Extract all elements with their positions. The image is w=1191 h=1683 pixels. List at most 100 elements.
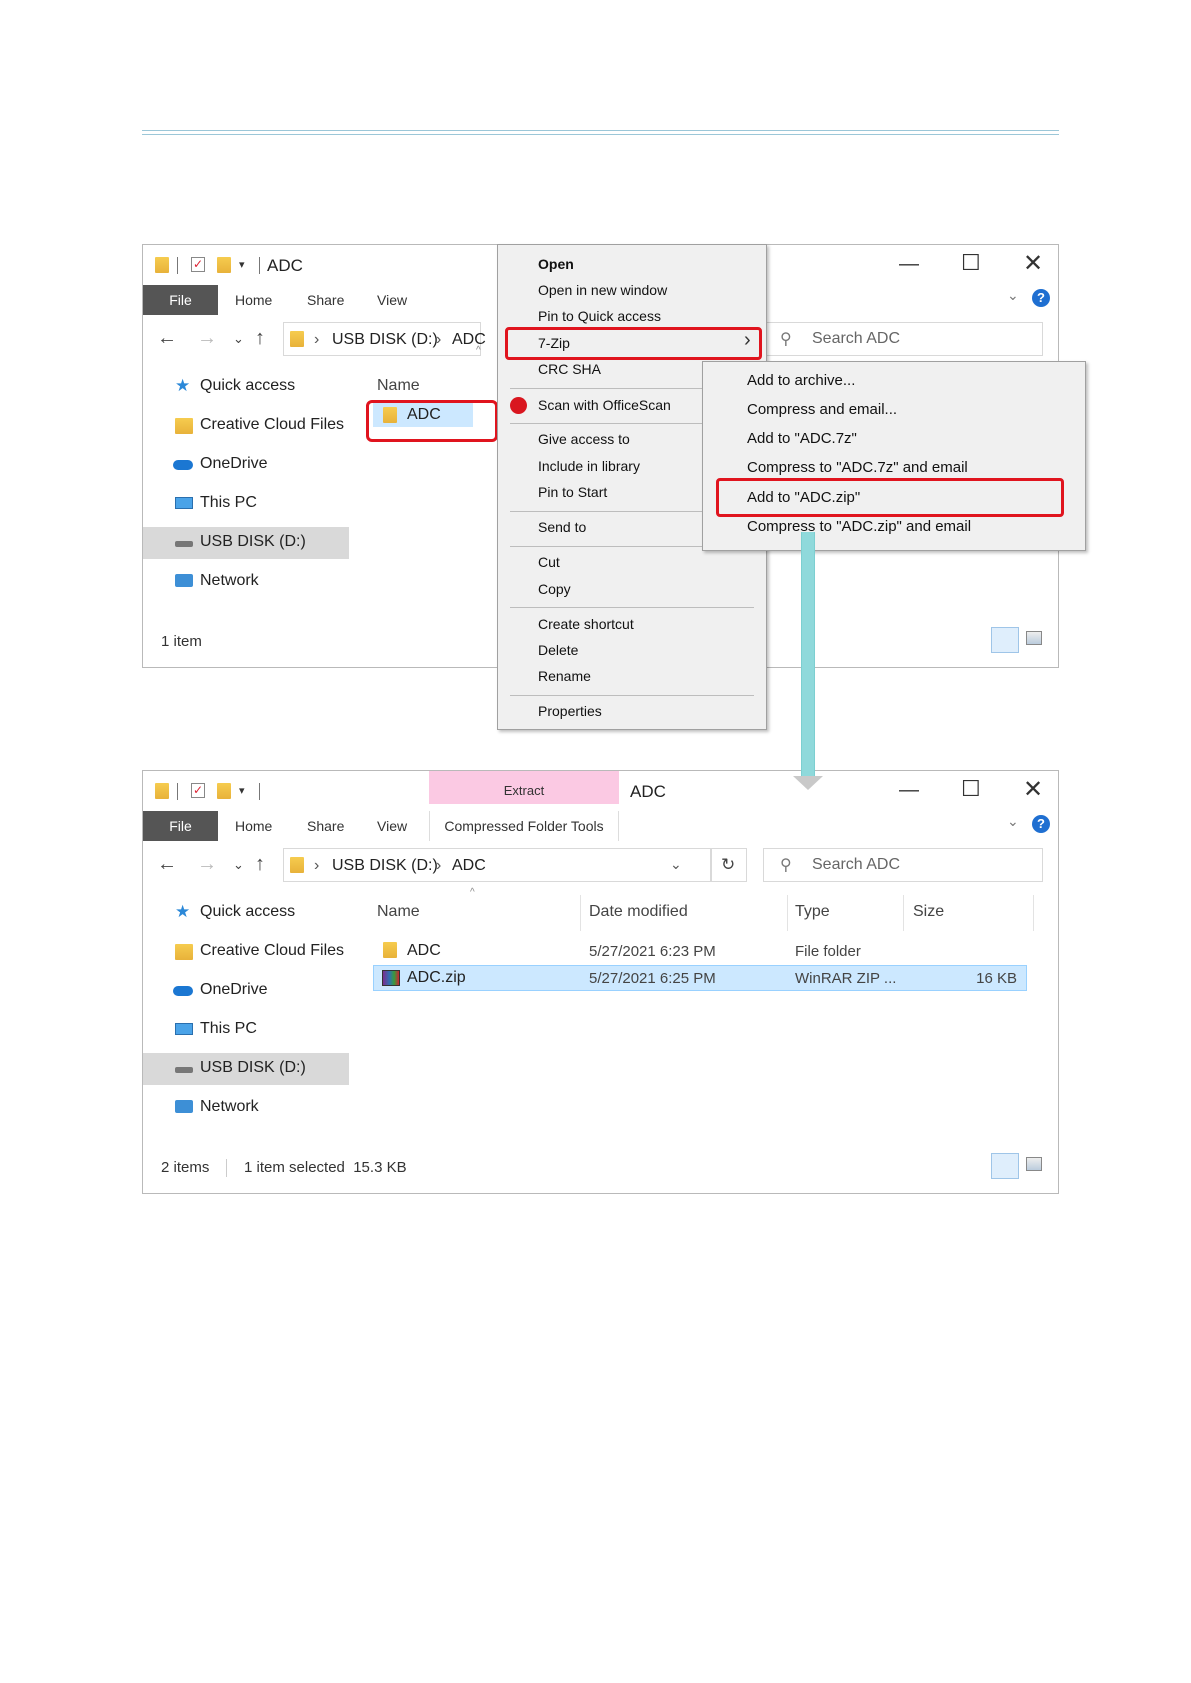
sidebar-item-creative-cloud[interactable]: Creative Cloud Files xyxy=(143,410,349,442)
properties-check-icon[interactable]: ✓ xyxy=(191,783,205,798)
tab-file[interactable]: File xyxy=(143,811,218,841)
properties-check-icon[interactable]: ✓ xyxy=(191,257,205,272)
tab-compressed-folder-tools[interactable]: Compressed Folder Tools xyxy=(430,818,618,834)
sidebar-item-quick-access[interactable]: ★ Quick access xyxy=(143,897,349,929)
sidebar-item-network[interactable]: Network xyxy=(143,1092,349,1124)
details-view-icon[interactable] xyxy=(991,627,1019,653)
address-bar[interactable]: › USB DISK (D:) › ADC xyxy=(283,322,486,356)
folder-icon[interactable] xyxy=(155,257,169,273)
sidebar-item-onedrive[interactable]: OneDrive xyxy=(143,449,349,481)
column-divider xyxy=(580,895,581,931)
recent-locations-icon[interactable]: ⌄ xyxy=(233,331,244,347)
submenu-item-compress-7z-email[interactable]: Compress to "ADC.7z" and email xyxy=(747,459,968,476)
tab-view[interactable]: View xyxy=(377,285,407,315)
sidebar-item-onedrive[interactable]: OneDrive xyxy=(143,975,349,1007)
status-item-count: 1 item xyxy=(161,633,202,650)
submenu-item-compress-email[interactable]: Compress and email... xyxy=(747,401,897,418)
forward-arrow-icon[interactable]: → xyxy=(197,327,217,350)
new-folder-icon[interactable] xyxy=(217,783,231,799)
sidebar-item-usb-disk[interactable]: USB DISK (D:) xyxy=(143,527,349,559)
back-arrow-icon[interactable]: ← xyxy=(157,853,177,876)
expand-ribbon-icon[interactable]: ⌄ xyxy=(1007,813,1019,830)
column-divider xyxy=(787,895,788,931)
sidebar-item-this-pc[interactable]: This PC xyxy=(143,488,349,520)
up-arrow-icon[interactable]: ↑ xyxy=(255,327,265,350)
column-divider xyxy=(1033,895,1034,931)
large-icons-view-icon[interactable] xyxy=(1026,1157,1042,1171)
large-icons-view-icon[interactable] xyxy=(1026,631,1042,645)
row-name: ADC.zip xyxy=(407,969,466,986)
sidebar-item-this-pc[interactable]: This PC xyxy=(143,1014,349,1046)
customize-dropdown-icon[interactable]: ▾ xyxy=(239,258,245,271)
column-header-size[interactable]: Size xyxy=(913,903,944,921)
search-box[interactable]: ⚲ Search ADC xyxy=(763,322,1043,356)
menu-item-include-library[interactable]: Include in library xyxy=(538,458,640,474)
menu-item-pin-start[interactable]: Pin to Start xyxy=(538,484,607,500)
column-header-type[interactable]: Type xyxy=(795,903,830,921)
customize-dropdown-icon[interactable]: ▾ xyxy=(239,784,245,797)
column-header-name[interactable]: Name xyxy=(377,903,420,921)
tab-home[interactable]: Home xyxy=(235,811,272,841)
search-input[interactable]: Search ADC xyxy=(812,330,900,348)
submenu-item-add-7z[interactable]: Add to "ADC.7z" xyxy=(747,430,857,447)
address-dropdown-icon[interactable]: ⌄ xyxy=(670,856,682,873)
help-icon[interactable]: ? xyxy=(1032,815,1050,833)
sidebar-item-usb-disk[interactable]: USB DISK (D:) xyxy=(143,1053,349,1085)
minimize-icon[interactable]: — xyxy=(899,253,919,276)
column-header-name[interactable]: Name xyxy=(377,377,420,395)
details-view-icon[interactable] xyxy=(991,1153,1019,1179)
menu-item-give-access[interactable]: Give access to xyxy=(538,431,630,447)
menu-item-open[interactable]: Open xyxy=(538,256,574,272)
search-input[interactable]: Search ADC xyxy=(812,856,900,874)
submenu-item-add-archive[interactable]: Add to archive... xyxy=(747,372,855,389)
sidebar-item-quick-access[interactable]: ★ Quick access xyxy=(143,371,349,403)
maximize-icon[interactable]: ☐ xyxy=(961,776,981,802)
breadcrumb-drive[interactable]: USB DISK (D:) xyxy=(332,857,438,875)
address-bar[interactable]: › USB DISK (D:) › ADC ⌄ xyxy=(283,848,711,882)
menu-item-open-new-window[interactable]: Open in new window xyxy=(538,282,667,298)
sort-indicator-icon: ^ xyxy=(476,345,481,356)
menu-item-cut[interactable]: Cut xyxy=(538,554,560,570)
menu-item-rename[interactable]: Rename xyxy=(538,668,591,684)
refresh-button[interactable]: ↻ xyxy=(711,848,747,882)
menu-item-pin-quick-access[interactable]: Pin to Quick access xyxy=(538,308,661,324)
breadcrumb-folder[interactable]: ADC xyxy=(452,857,486,875)
breadcrumb-chevron-icon: › xyxy=(314,857,320,874)
tab-share[interactable]: Share xyxy=(307,285,344,315)
sidebar-item-creative-cloud[interactable]: Creative Cloud Files xyxy=(143,936,349,968)
table-row-selected[interactable]: ADC.zip 5/27/2021 6:25 PM WinRAR ZIP ...… xyxy=(373,965,1027,991)
maximize-icon[interactable]: ☐ xyxy=(961,250,981,276)
address-folder-icon xyxy=(290,857,304,873)
up-arrow-icon[interactable]: ↑ xyxy=(255,853,265,876)
breadcrumb-drive[interactable]: USB DISK (D:) xyxy=(332,331,438,349)
tab-share[interactable]: Share xyxy=(307,811,344,841)
search-box[interactable]: ⚲ Search ADC xyxy=(763,848,1043,882)
cloud-icon xyxy=(173,986,193,996)
menu-item-scan-officescan[interactable]: Scan with OfficeScan xyxy=(538,397,671,413)
folder-icon[interactable] xyxy=(155,783,169,799)
menu-item-create-shortcut[interactable]: Create shortcut xyxy=(538,616,634,632)
back-arrow-icon[interactable]: ← xyxy=(157,327,177,350)
sidebar-item-network[interactable]: Network xyxy=(143,566,349,598)
recent-locations-icon[interactable]: ⌄ xyxy=(233,857,244,873)
expand-ribbon-icon[interactable]: ⌄ xyxy=(1007,287,1019,304)
minimize-icon[interactable]: — xyxy=(899,779,919,802)
column-header-date[interactable]: Date modified xyxy=(589,903,688,921)
tab-file[interactable]: File xyxy=(143,285,218,315)
submenu-item-compress-zip-email[interactable]: Compress to "ADC.zip" and email xyxy=(747,518,971,535)
menu-item-crc-sha[interactable]: CRC SHA xyxy=(538,361,601,377)
highlight-selected-folder xyxy=(366,400,498,442)
menu-item-copy[interactable]: Copy xyxy=(538,581,571,597)
new-folder-icon[interactable] xyxy=(217,257,231,273)
flow-arrow-head xyxy=(793,776,823,790)
menu-item-delete[interactable]: Delete xyxy=(538,642,578,658)
close-icon[interactable]: ✕ xyxy=(1023,775,1043,804)
forward-arrow-icon[interactable]: → xyxy=(197,853,217,876)
tab-home[interactable]: Home xyxy=(235,285,272,315)
tab-view[interactable]: View xyxy=(377,811,407,841)
table-row[interactable]: ADC 5/27/2021 6:23 PM File folder xyxy=(373,939,1023,963)
close-icon[interactable]: ✕ xyxy=(1023,249,1043,278)
help-icon[interactable]: ? xyxy=(1032,289,1050,307)
menu-item-send-to[interactable]: Send to xyxy=(538,519,586,535)
menu-item-properties[interactable]: Properties xyxy=(538,703,602,719)
